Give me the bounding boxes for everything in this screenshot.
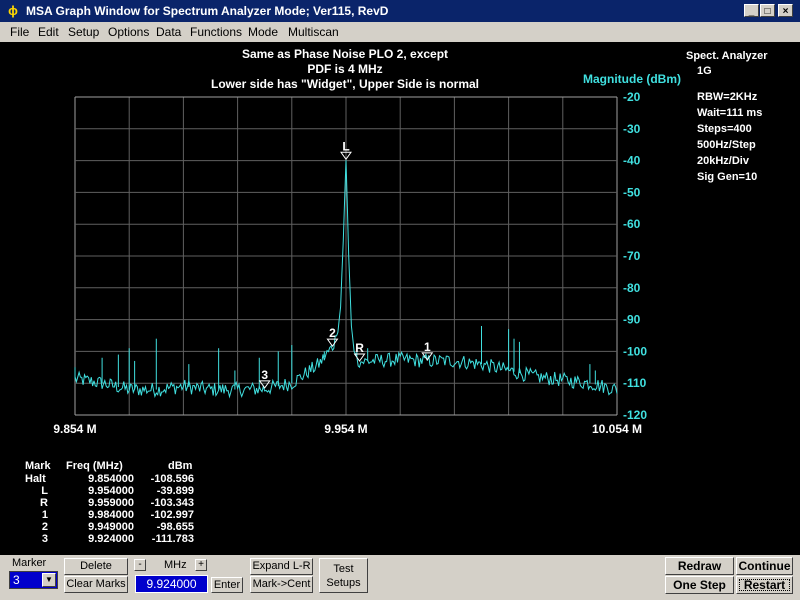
- test-setups-line-1: Test: [333, 563, 354, 575]
- setting-wait: Wait=111 ms: [697, 107, 762, 119]
- marker-label: 1: [424, 340, 431, 354]
- y-tick-label: -80: [623, 281, 641, 295]
- freq-increment-button[interactable]: +: [195, 559, 207, 571]
- setting-steps: Steps=400: [697, 123, 752, 135]
- marker-triangle: [326, 338, 339, 347]
- table-cell-dbm: -108.596: [151, 473, 194, 485]
- table-header-dbm: dBm: [168, 460, 193, 472]
- table-cell-mark: 1: [42, 509, 48, 521]
- y-tick-label: -70: [623, 249, 641, 263]
- y-tick-label: -60: [623, 217, 641, 231]
- table-cell-mark: 2: [42, 521, 48, 533]
- control-panel: Marker 3 ▼ Delete Clear Marks - MHz + 9.…: [0, 555, 800, 600]
- expand-lr-button[interactable]: Expand L-R: [250, 558, 313, 575]
- marker-label: 3: [261, 368, 268, 382]
- table-cell-mark: 3: [42, 533, 48, 545]
- marker-select-value: 3: [13, 573, 20, 587]
- table-cell-mark: Halt: [25, 473, 46, 485]
- marker-label: 2: [329, 326, 336, 340]
- enter-button[interactable]: Enter: [211, 577, 243, 593]
- mark-cent-button[interactable]: Mark->Cent: [250, 576, 313, 593]
- setting-rbw: RBW=2KHz: [697, 91, 758, 103]
- chevron-down-icon[interactable]: ▼: [42, 573, 56, 587]
- graph-title-line-1: Same as Phase Noise PLO 2, except: [242, 47, 448, 61]
- menu-data[interactable]: Data: [156, 25, 181, 39]
- x-tick-label: 9.954 M: [324, 422, 367, 436]
- clear-marks-button[interactable]: Clear Marks: [64, 576, 128, 593]
- y-tick-label: -20: [623, 90, 641, 104]
- mhz-label: MHz: [164, 559, 187, 571]
- menu-options[interactable]: Options: [108, 25, 149, 39]
- x-tick-label: 10.054 M: [592, 422, 642, 436]
- marker-label: Marker: [12, 557, 47, 569]
- table-cell-mark: R: [40, 497, 48, 509]
- marker-label: R: [355, 341, 364, 355]
- menu-edit[interactable]: Edit: [38, 25, 59, 39]
- y-tick-label: -50: [623, 185, 641, 199]
- test-setups-line-2: Setups: [326, 577, 361, 589]
- maximize-button[interactable]: □: [760, 4, 775, 17]
- y-tick-label: -30: [623, 122, 641, 136]
- graph-title-line-2: PDF is 4 MHz: [307, 62, 382, 76]
- test-setups-button[interactable]: Test Setups: [319, 558, 368, 593]
- title-bar: ϕ MSA Graph Window for Spectrum Analyzer…: [0, 0, 800, 22]
- mode-sub-label: 1G: [697, 65, 712, 77]
- table-cell-dbm: -39.899: [157, 485, 194, 497]
- y-tick-label: -90: [623, 313, 641, 327]
- table-cell-freq: 9.959000: [88, 497, 134, 509]
- mode-label: Spect. Analyzer: [686, 50, 768, 62]
- menu-mode[interactable]: Mode: [248, 25, 278, 39]
- y-axis-label: Magnitude (dBm): [583, 72, 681, 86]
- close-button[interactable]: ×: [778, 4, 793, 17]
- graph-area: Same as Phase Noise PLO 2, except PDF is…: [0, 42, 800, 555]
- menu-functions[interactable]: Functions: [190, 25, 242, 39]
- setting-sig-gen: Sig Gen=10: [697, 171, 757, 183]
- marker-table: Mark Freq (MHz) dBm: [25, 460, 193, 472]
- x-tick-label: 9.854 M: [53, 422, 96, 436]
- menu-file[interactable]: File: [10, 25, 29, 39]
- graph-title-line-3: Lower side has "Widget", Upper Side is n…: [211, 77, 479, 91]
- spectrum-chart: Same as Phase Noise PLO 2, except PDF is…: [25, 47, 768, 545]
- continue-button[interactable]: Continue: [736, 557, 793, 575]
- menu-setup[interactable]: Setup: [68, 25, 99, 39]
- delete-button[interactable]: Delete: [64, 558, 128, 575]
- table-cell-dbm: -111.783: [152, 533, 194, 545]
- y-tick-label: -100: [623, 344, 647, 358]
- table-cell-freq: 9.924000: [88, 533, 134, 545]
- table-cell-dbm: -102.997: [151, 509, 194, 521]
- minimize-button[interactable]: _: [744, 4, 759, 17]
- one-step-button[interactable]: One Step: [665, 576, 734, 594]
- freq-decrement-button[interactable]: -: [134, 559, 146, 571]
- menu-bar: File Edit Setup Options Data Functions M…: [0, 22, 800, 42]
- y-tick-label: -40: [623, 154, 641, 168]
- table-cell-dbm: -98.655: [157, 521, 194, 533]
- window-title: MSA Graph Window for Spectrum Analyzer M…: [26, 4, 389, 18]
- table-header-freq: Freq (MHz): [66, 460, 123, 472]
- table-cell-dbm: -103.343: [151, 497, 194, 509]
- table-cell-freq: 9.949000: [88, 521, 134, 533]
- marker-label: L: [342, 139, 349, 153]
- table-header-mark: Mark: [25, 460, 52, 472]
- y-tick-label: -110: [623, 376, 647, 390]
- restart-button[interactable]: Restart: [736, 576, 793, 594]
- marker-select[interactable]: 3 ▼: [9, 571, 58, 589]
- table-cell-mark: L: [41, 485, 48, 497]
- y-tick-label: -120: [623, 408, 647, 422]
- table-cell-freq: 9.984000: [88, 509, 134, 521]
- redraw-button[interactable]: Redraw: [665, 557, 734, 575]
- setting-div: 20kHz/Div: [697, 155, 750, 167]
- setting-step-size: 500Hz/Step: [697, 139, 756, 151]
- menu-multiscan[interactable]: Multiscan: [288, 25, 339, 39]
- table-cell-freq: 9.954000: [88, 485, 134, 497]
- freq-input[interactable]: 9.924000: [135, 575, 208, 593]
- marker-triangle: [258, 380, 271, 389]
- table-cell-freq: 9.854000: [88, 473, 134, 485]
- app-icon: ϕ: [8, 3, 18, 18]
